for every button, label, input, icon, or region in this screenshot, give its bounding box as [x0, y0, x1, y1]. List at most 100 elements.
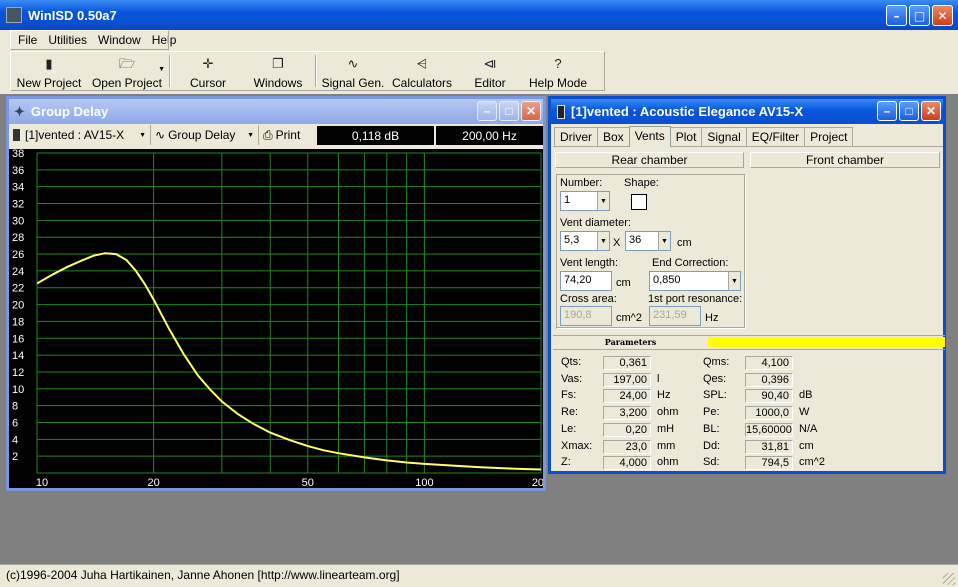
group-delay-window-controls: – □ ✕	[477, 101, 541, 121]
x-tick-label: 50	[302, 477, 314, 488]
tab-driver[interactable]: Driver	[554, 127, 598, 146]
calculators-button[interactable]: ⩤ Calculators	[387, 52, 457, 90]
param-value: 794,5	[745, 456, 793, 471]
tab-box[interactable]: Box	[597, 127, 630, 146]
tab-plot[interactable]: Plot	[669, 127, 703, 146]
vent-number-select[interactable]: 1 ▼	[560, 191, 610, 211]
param-unit: cm^2	[799, 456, 825, 469]
vent-diameter-select[interactable]: 5,3 ▼	[560, 231, 610, 251]
param-value: 0,20	[603, 422, 651, 437]
vents-tab-pane: Rear chamber Front chamber Number: 1 ▼ S…	[553, 146, 943, 331]
param-value: 15,60000	[745, 422, 793, 437]
group-delay-chart[interactable]: 246810121416182022242628303234363810 20 50…	[9, 148, 550, 489]
vented-title: [1]vented : Acoustic Elegance AV15-X	[571, 104, 804, 119]
minimize-button[interactable]: –	[877, 101, 897, 121]
chevron-down-icon: ▼	[597, 232, 609, 250]
tab-project[interactable]: Project	[804, 127, 854, 146]
status-text: (c)1996-2004 Juha Hartikainen, Janne Aho…	[6, 568, 400, 582]
close-button[interactable]: ✕	[521, 101, 541, 121]
x-tick-label: 10	[36, 477, 48, 488]
param-name: Pe:	[703, 406, 720, 419]
wave-icon: ∿	[155, 128, 166, 142]
signal-gen-button[interactable]: ∿ Signal Gen.	[319, 52, 387, 90]
tab-vents[interactable]: Vents	[628, 126, 671, 147]
param-name: Re:	[561, 406, 579, 419]
tab-eq-filter[interactable]: EQ/Filter	[745, 127, 806, 146]
help-mode-label: Help Mode	[528, 76, 588, 90]
param-value: 90,40	[745, 389, 793, 404]
parameters-header: Parameters	[553, 335, 945, 348]
vent-shape-button[interactable]	[631, 194, 647, 210]
x-tick-label: 20	[147, 477, 159, 488]
group-delay-plot[interactable]: 2 4 6 8 10 12 14 16 18 20 22 24 26 28 30 32 34 36 38 10 20 50…	[9, 148, 550, 489]
vent-height-value: 36	[629, 234, 642, 246]
close-button[interactable]: ✕	[921, 101, 941, 121]
maximize-button[interactable]: □	[499, 101, 519, 121]
y-tick-label: 14	[12, 350, 24, 362]
y-tick-label: 24	[12, 266, 24, 278]
graph-toolbar: [1]vented : AV15-X ▼ ∿ Group Delay ▼ ⎙ P…	[9, 124, 543, 146]
minimize-button[interactable]: –	[477, 101, 497, 121]
chevron-down-icon: ▼	[247, 131, 254, 139]
editor-label: Editor	[474, 76, 506, 90]
signal-gen-label: Signal Gen.	[321, 76, 385, 90]
project-select-value: [1]vented : AV15-X	[25, 128, 125, 142]
param-name: Z:	[561, 456, 571, 469]
vent-height-select[interactable]: 36 ▼	[625, 231, 671, 251]
toolbar-separator	[315, 55, 317, 87]
vent-diameter-value: 5,3	[564, 234, 580, 246]
y-tick-label: 36	[12, 165, 24, 177]
vented-titlebar[interactable]: [1]vented : Acoustic Elegance AV15-X – □…	[551, 99, 943, 124]
param-value: 3,200	[603, 406, 651, 421]
y-tick-label: 8	[12, 401, 18, 413]
y-tick-label: 28	[12, 232, 24, 244]
resize-grip-icon[interactable]	[943, 573, 955, 585]
main-toolbar: ▮ New Project 🗁 Open Project ▼ ✛ Cursor …	[10, 51, 605, 91]
windows-label: Windows	[253, 76, 303, 90]
cursor-button[interactable]: ✛ Cursor	[173, 52, 243, 90]
tab-signal[interactable]: Signal	[701, 127, 747, 146]
editor-button[interactable]: ⧏ Editor	[457, 52, 523, 90]
help-mode-button[interactable]: ? Help Mode	[523, 52, 593, 90]
vent-length-field[interactable]: 74,20	[560, 271, 612, 291]
chevron-down-icon: ▼	[658, 232, 670, 250]
param-unit: ohm	[657, 456, 679, 469]
menu-bar-frame	[10, 30, 169, 50]
windows-button[interactable]: ❐ Windows	[243, 52, 313, 90]
param-name: Dd:	[703, 439, 721, 452]
diameter-unit: cm	[677, 237, 692, 249]
vented-box-window: [1]vented : Acoustic Elegance AV15-X – □…	[548, 96, 946, 474]
group-delay-titlebar[interactable]: ✦ Group Delay – □ ✕	[9, 99, 543, 124]
param-value: 4,100	[745, 356, 793, 370]
minimize-button[interactable]: –	[886, 5, 907, 26]
param-unit: l	[657, 372, 660, 385]
new-project-button[interactable]: ▮ New Project	[11, 52, 87, 90]
print-button[interactable]: ⎙ Print	[259, 125, 317, 145]
param-value: 31,81	[745, 439, 793, 454]
vent-number-value: 1	[564, 194, 571, 206]
close-button[interactable]: ✕	[932, 5, 953, 26]
app-icon[interactable]	[6, 7, 22, 23]
app-titlebar[interactable]: WinISD 0.50a7 – □ ✕	[0, 0, 958, 30]
signal-gen-icon: ∿	[347, 56, 359, 71]
end-correction-select[interactable]: 0,850 ▼	[649, 271, 741, 291]
cross-area-field: 190,8	[560, 306, 612, 326]
maximize-button[interactable]: □	[909, 5, 930, 26]
plot-type-value: Group Delay	[168, 128, 236, 142]
end-correction-label: End Correction:	[652, 257, 729, 269]
calculators-icon: ⩤	[416, 56, 428, 71]
front-chamber-button[interactable]: Front chamber	[750, 152, 940, 168]
open-project-button[interactable]: 🗁 Open Project ▼	[87, 52, 167, 90]
print-label: Print	[275, 128, 301, 142]
dropdown-arrow-icon[interactable]: ▼	[158, 66, 165, 73]
param-value: 23,0	[603, 439, 651, 454]
cross-area-label: Cross area:	[560, 293, 617, 305]
project-select[interactable]: [1]vented : AV15-X ▼	[9, 125, 151, 145]
maximize-button[interactable]: □	[899, 101, 919, 121]
x-tick-label: 100	[415, 477, 433, 488]
rear-chamber-button[interactable]: Rear chamber	[555, 152, 744, 168]
param-name: Qes:	[703, 372, 727, 385]
plot-type-select[interactable]: ∿ Group Delay ▼	[151, 125, 259, 145]
y-tick-label: 34	[12, 182, 24, 194]
param-name: Qms:	[703, 356, 730, 368]
